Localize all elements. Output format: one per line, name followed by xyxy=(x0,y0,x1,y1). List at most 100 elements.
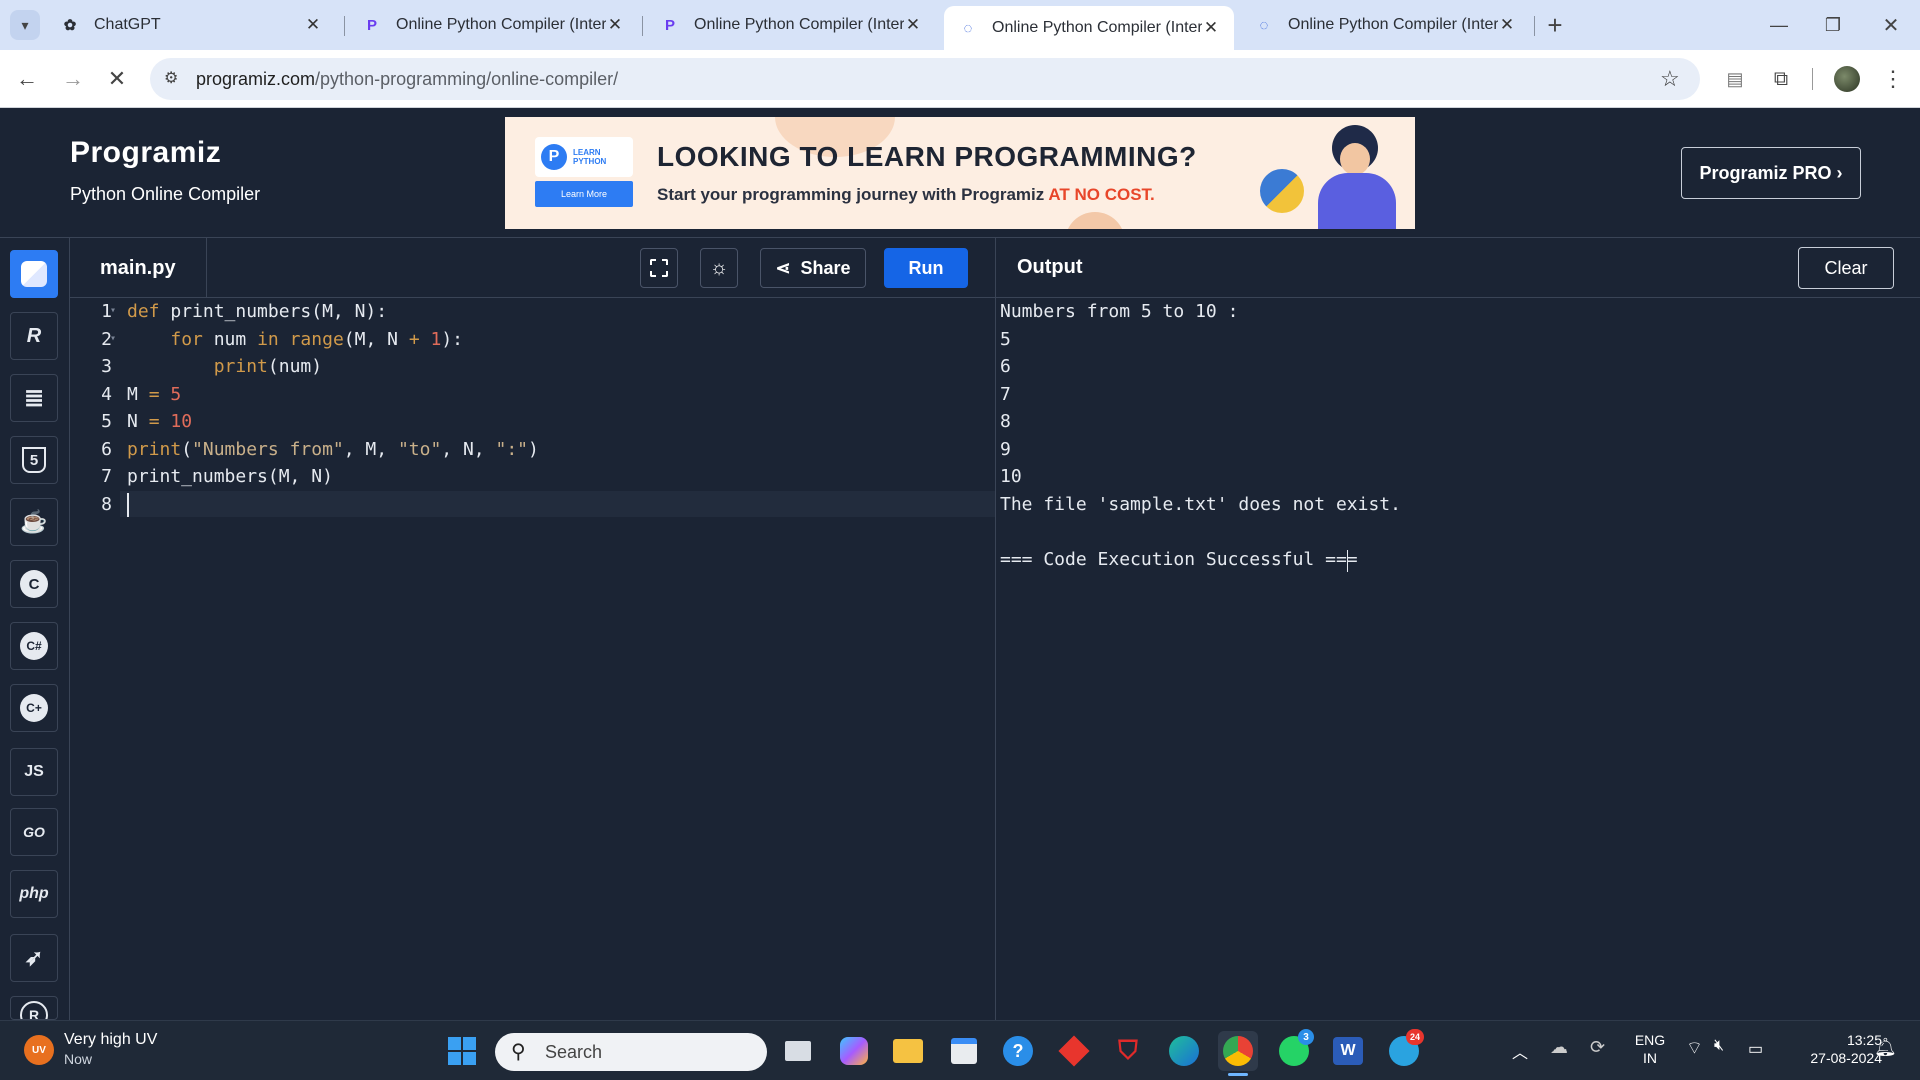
weather-widget[interactable]: UV Very high UV Now xyxy=(20,1029,220,1073)
mcafee-icon[interactable]: ⛉ xyxy=(1108,1031,1148,1071)
tab-close-icon[interactable]: ✕ xyxy=(606,15,624,35)
help-icon[interactable]: ? xyxy=(998,1031,1038,1071)
tab-close-icon[interactable]: ✕ xyxy=(304,15,322,35)
sidebar-item-js[interactable]: JS xyxy=(10,748,58,796)
browser-tab-active[interactable]: ◌ Online Python Compiler (Interp ✕ xyxy=(944,6,1234,50)
code-editor[interactable]: 1 2 3 4 5 6 7 8 ▾ ▾ def print_numbers(M,… xyxy=(70,298,995,1020)
tab-close-icon[interactable]: ✕ xyxy=(1202,18,1220,38)
banner-badge: P LEARN PYTHON xyxy=(535,137,633,177)
app-icon-red-diamond[interactable] xyxy=(1054,1031,1094,1071)
wifi-icon[interactable]: ⌔ xyxy=(1686,1037,1703,1060)
file-tab-main-py[interactable]: main.py xyxy=(70,238,207,298)
whatsapp-icon[interactable]: 3 xyxy=(1274,1029,1314,1071)
edge-icon[interactable] xyxy=(1164,1031,1204,1071)
bookmark-star-icon[interactable]: ☆ xyxy=(1660,66,1680,92)
output-header: Output Clear xyxy=(996,238,1920,298)
sidebar-item-swift[interactable]: ➶ xyxy=(10,934,58,982)
tab-divider xyxy=(1534,16,1535,36)
browser-tab[interactable]: ✿ ChatGPT ✕ xyxy=(46,6,336,44)
file-explorer-icon[interactable] xyxy=(888,1031,928,1071)
code-line: N = 10 xyxy=(127,411,193,432)
c-language-icon: C xyxy=(20,570,48,598)
sidebar-item-r[interactable]: R xyxy=(10,312,58,360)
share-button[interactable]: ⋖ Share xyxy=(760,248,866,288)
sidebar-item-csharp[interactable]: C# xyxy=(10,622,58,670)
back-arrow-icon[interactable]: ← xyxy=(12,64,42,94)
programiz-logo[interactable]: Programiz xyxy=(70,136,221,170)
browser-tab[interactable]: P Online Python Compiler (Interp ✕ xyxy=(348,6,638,44)
battery-icon[interactable]: ▭ xyxy=(1748,1039,1763,1059)
browser-tab[interactable]: P Online Python Compiler (Interp ✕ xyxy=(646,6,936,44)
sidebar-item-python[interactable] xyxy=(10,250,58,298)
chatgpt-icon: ✿ xyxy=(63,17,77,34)
chrome-icon[interactable] xyxy=(1218,1031,1258,1071)
extensions-icon[interactable]: ⧉ xyxy=(1766,64,1796,94)
java-cup-icon: ☕ xyxy=(20,509,48,534)
code-line: M = 5 xyxy=(127,384,182,405)
pane-divider[interactable] xyxy=(995,238,996,1020)
line-number: 5 xyxy=(101,411,112,432)
tab-close-icon[interactable]: ✕ xyxy=(904,15,922,35)
sidebar-item-sql[interactable]: ≣ xyxy=(10,374,58,422)
sync-icon[interactable]: ⟳ xyxy=(1590,1037,1605,1058)
url-input[interactable]: ⚙ programiz.com/python-programming/onlin… xyxy=(150,58,1700,100)
clock[interactable]: 13:25 27-08-2024 xyxy=(1782,1031,1882,1067)
sidebar-item-cpp[interactable]: C+ xyxy=(10,684,58,732)
swift-icon: ➶ xyxy=(24,945,44,970)
python-mascot-icon xyxy=(1260,169,1304,213)
url-path: /python-programming/online-compiler/ xyxy=(315,68,619,89)
html5-icon: 5 xyxy=(22,447,46,473)
microsoft-store-icon[interactable] xyxy=(944,1031,984,1071)
fullscreen-icon xyxy=(650,259,668,277)
programiz-pro-button[interactable]: Programiz PRO › xyxy=(1681,147,1861,199)
forward-arrow-icon[interactable]: → xyxy=(58,64,88,94)
fullscreen-button[interactable] xyxy=(640,248,678,288)
restore-button[interactable]: ❐ xyxy=(1818,10,1848,40)
fold-arrow-icon[interactable]: ▾ xyxy=(110,333,116,344)
avatar[interactable] xyxy=(1832,64,1862,94)
windows-start-icon[interactable] xyxy=(442,1031,482,1071)
notification-bell-icon[interactable]: 🔔︎ xyxy=(1874,1037,1897,1058)
tab-close-icon[interactable]: ✕ xyxy=(1498,15,1516,35)
badge-top: LEARN xyxy=(573,148,601,157)
onedrive-icon[interactable]: ☁ xyxy=(1550,1037,1568,1058)
person-illustration xyxy=(1310,125,1400,229)
word-icon[interactable]: W xyxy=(1328,1031,1368,1071)
sidebar-item-rust[interactable]: R xyxy=(10,996,58,1020)
taskbar-search-input[interactable]: ⚲ Search xyxy=(495,1033,767,1071)
new-tab-button[interactable]: + xyxy=(1540,10,1570,40)
tagline-text: Start your programming journey with Prog… xyxy=(657,185,1045,204)
run-button[interactable]: Run xyxy=(884,248,968,288)
clear-button[interactable]: Clear xyxy=(1798,247,1894,289)
theme-toggle-button[interactable]: ☼ xyxy=(700,248,738,288)
language-indicator[interactable]: ENG IN xyxy=(1630,1031,1670,1067)
sidebar-item-go[interactable]: GO xyxy=(10,808,58,856)
learn-more-button[interactable]: Learn More xyxy=(535,181,633,207)
tab-search-button[interactable]: ▾ xyxy=(10,10,40,40)
volume-muted-icon[interactable]: 🔇︎ xyxy=(1714,1037,1724,1055)
task-view-icon[interactable] xyxy=(778,1031,818,1071)
browser-tab[interactable]: ◌ Online Python Compiler (Interp ✕ xyxy=(1240,6,1530,44)
sidebar-item-c[interactable]: C xyxy=(10,560,58,608)
telegram-icon[interactable]: 24 xyxy=(1384,1029,1424,1071)
sidebar-item-php[interactable]: php xyxy=(10,870,58,918)
address-bar-row: ← → ✕ ⚙ programiz.com/python-programming… xyxy=(0,50,1920,108)
minimize-button[interactable]: — xyxy=(1764,10,1794,40)
copilot-icon[interactable] xyxy=(834,1031,874,1071)
output-line: 10 xyxy=(1000,466,1022,487)
badge-bottom: PYTHON xyxy=(573,157,607,166)
close-window-button[interactable]: ✕ xyxy=(1876,10,1906,40)
browser-menu-icon[interactable]: ⋮ xyxy=(1878,64,1908,94)
sidebar-item-html[interactable]: 5 xyxy=(10,436,58,484)
tab-search-icon[interactable]: ▤ xyxy=(1720,64,1750,94)
language-bottom: IN xyxy=(1643,1050,1657,1066)
clock-date: 27-08-2024 xyxy=(1810,1050,1882,1066)
fold-arrow-icon[interactable]: ▾ xyxy=(110,305,116,316)
sidebar-item-java[interactable]: ☕ xyxy=(10,498,58,546)
stop-loading-icon[interactable]: ✕ xyxy=(102,64,132,94)
output-console[interactable]: Numbers from 5 to 10 : 5 6 7 8 9 10 The … xyxy=(1000,298,1915,1020)
ad-banner[interactable]: P LEARN PYTHON Learn More LOOKING TO LEAR… xyxy=(505,117,1415,229)
site-info-icon[interactable]: ⚙ xyxy=(164,68,178,88)
show-hidden-icons[interactable]: ︿ xyxy=(1512,1039,1528,1063)
url-host: programiz.com xyxy=(196,68,316,89)
